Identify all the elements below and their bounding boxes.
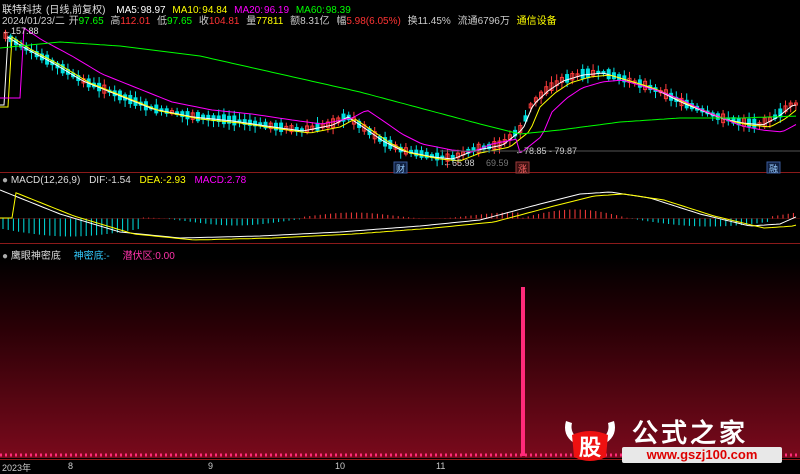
low-price-marker-b: 69.59 xyxy=(486,158,509,168)
dea-label: DEA: xyxy=(139,175,163,186)
candle-body xyxy=(221,114,226,125)
low-price-marker: ←65.98 xyxy=(443,158,475,168)
indicator-header: ● 鹰眼神密底 神密底:- 潜伏区:0.00 xyxy=(2,247,175,262)
candle-body xyxy=(315,122,320,131)
site-name: 公式之家 xyxy=(632,419,749,449)
up-tag[interactable]: 涨 xyxy=(518,162,527,175)
ma60-line xyxy=(0,41,797,135)
candle-body xyxy=(565,74,570,83)
x-axis-month: 8 xyxy=(68,461,74,471)
high-price-marker: ←157.88 xyxy=(2,26,39,36)
shen-label: 神密底: xyxy=(73,251,107,262)
candle-body xyxy=(195,112,200,122)
dif-label: DIF: xyxy=(89,175,108,186)
macd-label: MACD: xyxy=(194,175,227,186)
indicator-title[interactable]: 鹰眼神密底 xyxy=(11,251,61,262)
candle-body xyxy=(580,68,585,79)
macd-title[interactable]: MACD(12,26,9) xyxy=(11,175,80,186)
fin-tag[interactable]: 财 xyxy=(396,162,405,175)
signal-spike xyxy=(521,287,525,456)
x-axis-month: 11 xyxy=(436,461,446,471)
chart-canvas[interactable] xyxy=(0,0,800,472)
collapse-icon[interactable]: ● xyxy=(2,175,8,186)
candle-body xyxy=(232,115,237,126)
dea-value: -2.93 xyxy=(162,175,186,186)
x-axis-year: 2023年 xyxy=(2,463,32,473)
macd-lines xyxy=(0,189,797,241)
range-marker: ←78.85 - 79.87 xyxy=(515,146,578,156)
shen-value: - xyxy=(106,251,110,262)
macd-value: 2.78 xyxy=(226,175,247,186)
macd-header: ● MACD(12,26,9) DIF:-1.54 DEA:-2.93 MACD… xyxy=(2,175,246,186)
candle-body xyxy=(752,118,757,128)
x-axis-month: 9 xyxy=(208,461,214,471)
site-watermark: 股 公式之家 www.gszj100.com xyxy=(560,413,790,465)
svg-text:股: 股 xyxy=(579,436,601,461)
qian-value: 0.00 xyxy=(155,251,175,262)
fin2-tag[interactable]: 融 xyxy=(769,162,778,175)
collapse-icon[interactable]: ● xyxy=(2,251,8,262)
qian-label: 潜伏区: xyxy=(122,251,156,262)
x-axis-month: 10 xyxy=(335,461,346,471)
candle-body xyxy=(585,68,590,79)
bull-logo-icon: 股 xyxy=(565,421,615,461)
site-url: www.gszj100.com xyxy=(622,447,782,463)
dif-value: -1.54 xyxy=(107,175,131,186)
candle-body xyxy=(279,122,284,132)
